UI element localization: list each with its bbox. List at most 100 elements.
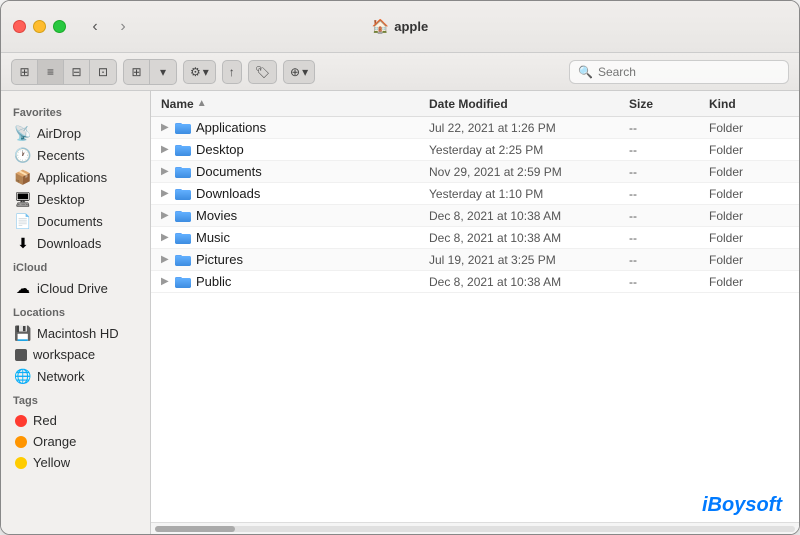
folder-icon bbox=[175, 209, 191, 222]
table-row[interactable]: ▶ Movies Dec 8, 2021 at 10:38 AM -- bbox=[151, 205, 799, 227]
quick-look-chevron: ▾ bbox=[302, 65, 308, 79]
file-size: -- bbox=[629, 121, 709, 135]
file-name: Downloads bbox=[196, 186, 429, 201]
sidebar-item-downloads[interactable]: ⬇ Downloads bbox=[5, 232, 146, 254]
col-kind-header[interactable]: Kind bbox=[709, 97, 789, 111]
table-row[interactable]: ▶ Downloads Yesterday at 1:10 PM -- bbox=[151, 183, 799, 205]
table-row[interactable]: ▶ Applications Jul 22, 2021 at 1:26 PM bbox=[151, 117, 799, 139]
applications-icon: 📦 bbox=[15, 169, 31, 185]
col-size-header[interactable]: Size bbox=[629, 97, 709, 111]
group-button[interactable]: ⊞ bbox=[124, 60, 150, 84]
maximize-button[interactable] bbox=[53, 20, 66, 33]
icloud-drive-icon: ☁ bbox=[15, 280, 31, 296]
file-size: -- bbox=[629, 231, 709, 245]
column-view-button[interactable]: ⊟ bbox=[64, 60, 90, 84]
sidebar-item-network-label: Network bbox=[37, 369, 85, 384]
sidebar-item-tag-orange[interactable]: Orange bbox=[5, 431, 146, 452]
action-button[interactable]: ⚙ ▾ bbox=[183, 60, 216, 84]
sidebar-item-applications[interactable]: 📦 Applications bbox=[5, 166, 146, 188]
search-box[interactable]: 🔍 bbox=[569, 60, 789, 84]
close-button[interactable] bbox=[13, 20, 26, 33]
sidebar-item-workspace[interactable]: workspace bbox=[5, 344, 146, 365]
sidebar-item-network[interactable]: 🌐 Network bbox=[5, 365, 146, 387]
downloads-icon: ⬇ bbox=[15, 235, 31, 251]
file-kind: Folder bbox=[709, 209, 789, 223]
horizontal-scrollbar[interactable] bbox=[151, 522, 799, 534]
back-button[interactable]: ‹ bbox=[82, 17, 108, 37]
quick-look-button[interactable]: ⊕ ▾ bbox=[283, 60, 315, 84]
folder-icon bbox=[175, 165, 191, 178]
workspace-icon bbox=[15, 349, 27, 361]
sidebar-item-desktop[interactable]: 🖥 Desktop bbox=[5, 188, 146, 210]
file-pane: Name ▲ Date Modified Size Kind ▶ bbox=[151, 91, 799, 534]
file-kind: Folder bbox=[709, 187, 789, 201]
row-chevron: ▶ bbox=[161, 232, 173, 243]
col-date-header[interactable]: Date Modified bbox=[429, 97, 629, 111]
window-buttons bbox=[13, 20, 66, 33]
file-name: Public bbox=[196, 274, 429, 289]
minimize-button[interactable] bbox=[33, 20, 46, 33]
sidebar-item-macintosh-hd[interactable]: 💾 Macintosh HD bbox=[5, 322, 146, 344]
titlebar: ‹ › 🏠 apple bbox=[1, 1, 799, 53]
file-name: Documents bbox=[196, 164, 429, 179]
sidebar-item-desktop-label: Desktop bbox=[37, 192, 85, 207]
sidebar-item-documents-label: Documents bbox=[37, 214, 103, 229]
sidebar-item-tag-red-label: Red bbox=[33, 413, 57, 428]
file-size: -- bbox=[629, 209, 709, 223]
tag-yellow-dot bbox=[15, 457, 27, 469]
table-row[interactable]: ▶ Documents Nov 29, 2021 at 2:59 PM -- bbox=[151, 161, 799, 183]
table-row[interactable]: ▶ Desktop Yesterday at 2:25 PM -- bbox=[151, 139, 799, 161]
sidebar-item-documents[interactable]: 📄 Documents bbox=[5, 210, 146, 232]
file-list-header: Name ▲ Date Modified Size Kind bbox=[151, 91, 799, 117]
folder-icon bbox=[175, 275, 191, 288]
search-icon: 🔍 bbox=[578, 65, 593, 79]
sort-dropdown-button[interactable]: ▾ bbox=[150, 60, 176, 84]
title-icon: 🏠 bbox=[372, 18, 389, 35]
sidebar-item-tag-red[interactable]: Red bbox=[5, 410, 146, 431]
sidebar-item-recents[interactable]: 🕐 Recents bbox=[5, 144, 146, 166]
documents-icon: 📄 bbox=[15, 213, 31, 229]
file-name: Applications bbox=[196, 120, 429, 135]
macintosh-hd-icon: 💾 bbox=[15, 325, 31, 341]
forward-button[interactable]: › bbox=[110, 17, 136, 37]
icloud-section-label: iCloud bbox=[1, 254, 150, 277]
table-row[interactable]: ▶ Music Dec 8, 2021 at 10:38 AM -- bbox=[151, 227, 799, 249]
file-kind: Folder bbox=[709, 143, 789, 157]
eye-icon: ⊕ bbox=[290, 65, 300, 79]
sidebar-item-icloud-drive-label: iCloud Drive bbox=[37, 281, 108, 296]
tags-section-label: Tags bbox=[1, 387, 150, 410]
tag-icon: 🏷 bbox=[255, 65, 270, 79]
file-date: Yesterday at 2:25 PM bbox=[429, 143, 629, 157]
sort-group: ⊞ ▾ bbox=[123, 59, 177, 85]
sidebar-item-workspace-label: workspace bbox=[33, 347, 95, 362]
list-view-button[interactable]: ≡ bbox=[38, 60, 64, 84]
file-size: -- bbox=[629, 165, 709, 179]
col-name-header[interactable]: Name ▲ bbox=[161, 97, 429, 111]
folder-icon bbox=[175, 187, 191, 200]
recents-icon: 🕐 bbox=[15, 147, 31, 163]
sidebar-item-airdrop[interactable]: 📡 AirDrop bbox=[5, 122, 146, 144]
row-chevron: ▶ bbox=[161, 166, 173, 177]
file-size: -- bbox=[629, 187, 709, 201]
search-input[interactable] bbox=[598, 65, 780, 79]
sidebar-item-icloud-drive[interactable]: ☁ iCloud Drive bbox=[5, 277, 146, 299]
gallery-view-button[interactable]: ⊡ bbox=[90, 60, 116, 84]
file-list: ▶ Applications Jul 22, 2021 at 1:26 PM bbox=[151, 117, 799, 522]
action-chevron: ▾ bbox=[203, 65, 209, 79]
table-row[interactable]: ▶ Public Dec 8, 2021 at 10:38 AM -- bbox=[151, 271, 799, 293]
file-size: -- bbox=[629, 275, 709, 289]
scrollbar-thumb[interactable] bbox=[155, 526, 235, 532]
row-chevron: ▶ bbox=[161, 188, 173, 199]
file-name: Movies bbox=[196, 208, 429, 223]
table-row[interactable]: ▶ Pictures Jul 19, 2021 at 3:25 PM -- bbox=[151, 249, 799, 271]
sidebar-item-tag-yellow[interactable]: Yellow bbox=[5, 452, 146, 473]
row-chevron: ▶ bbox=[161, 210, 173, 221]
tag-button[interactable]: 🏷 bbox=[248, 60, 277, 84]
airdrop-icon: 📡 bbox=[15, 125, 31, 141]
icon-view-button[interactable]: ⊞ bbox=[12, 60, 38, 84]
toolbar: ⊞ ≡ ⊟ ⊡ ⊞ ▾ ⚙ ▾ ↑ 🏷 ⊕ ▾ 🔍 bbox=[1, 53, 799, 91]
file-size: -- bbox=[629, 253, 709, 267]
sidebar: Favorites 📡 AirDrop 🕐 Recents 📦 Applicat… bbox=[1, 91, 151, 534]
favorites-section-label: Favorites bbox=[1, 99, 150, 122]
share-button[interactable]: ↑ bbox=[222, 60, 242, 84]
